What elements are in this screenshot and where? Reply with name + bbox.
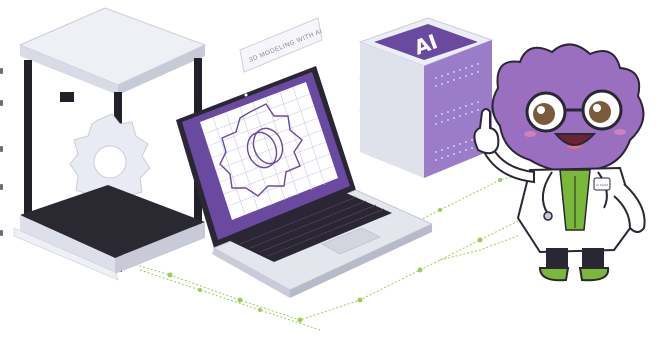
doctor-mascot-icon: AI TEAM [473,43,646,282]
server-icon: AI [358,17,494,178]
svg-text:AI TEAM: AI TEAM [596,183,608,187]
3d-printer-icon [13,7,207,281]
name-badge: AI TEAM [593,177,611,191]
modeling-sign: 3D MODELING WITH AI [239,17,323,73]
illustration-scene: 3D MODELING WITH AI AI AI TEAM [13,7,646,331]
